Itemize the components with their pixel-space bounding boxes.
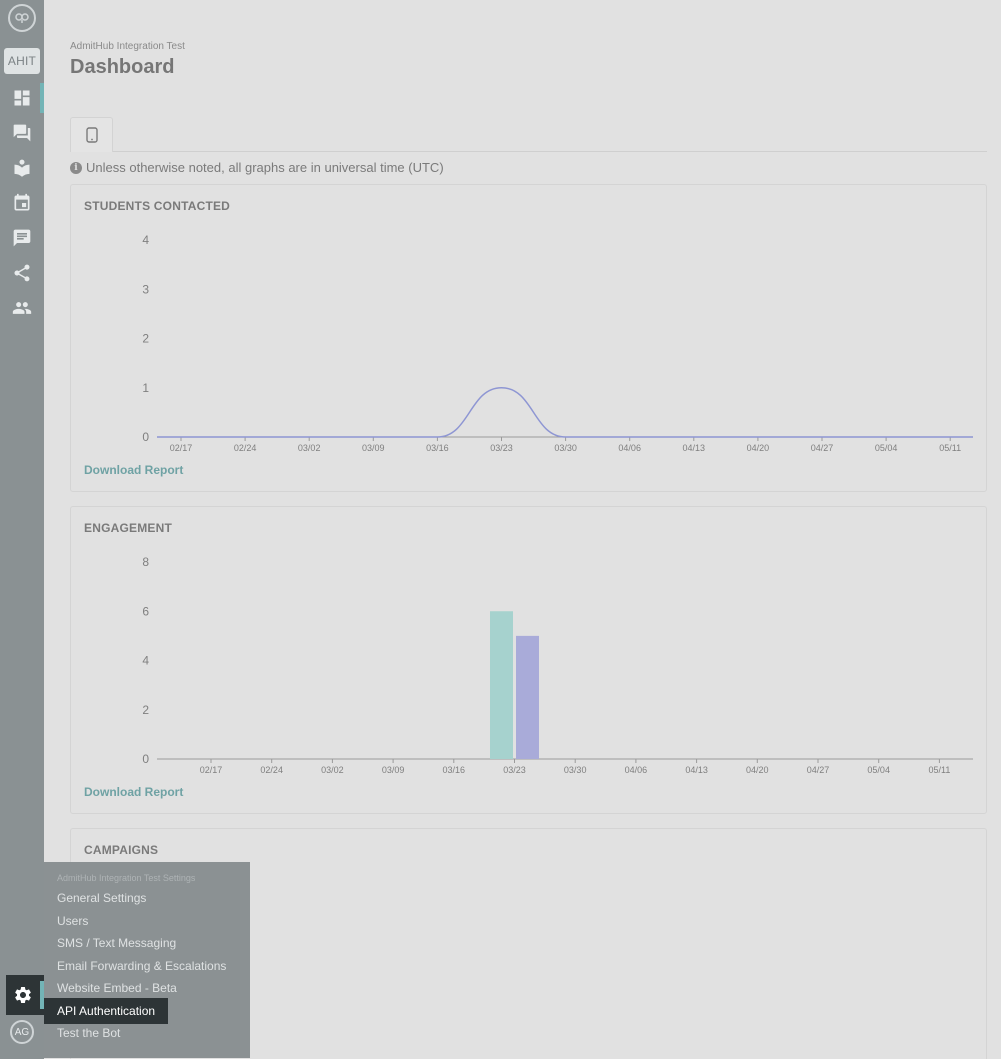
x-tick-label: 05/11 bbox=[928, 765, 950, 775]
x-tick-label: 04/13 bbox=[683, 443, 706, 453]
y-tick-label: 4 bbox=[142, 233, 149, 247]
settings-menu-header: AdmitHub Integration Test Settings bbox=[57, 873, 196, 883]
x-tick-label: 03/23 bbox=[503, 765, 526, 775]
x-tick-label: 04/20 bbox=[746, 765, 769, 775]
user-avatar[interactable]: AG bbox=[10, 1020, 34, 1044]
x-tick-label: 04/27 bbox=[811, 443, 834, 453]
x-tick-label: 03/02 bbox=[298, 443, 321, 453]
gear-icon bbox=[15, 987, 31, 1003]
x-tick-label: 04/13 bbox=[685, 765, 708, 775]
x-tick-label: 04/06 bbox=[625, 765, 648, 775]
y-tick-label: 3 bbox=[142, 282, 149, 296]
bar bbox=[490, 611, 513, 759]
conversations-icon[interactable] bbox=[11, 122, 33, 144]
x-tick-label: 04/06 bbox=[618, 443, 641, 453]
y-tick-label: 0 bbox=[142, 430, 149, 444]
line-series bbox=[157, 386, 973, 438]
x-tick-label: 05/11 bbox=[939, 443, 961, 453]
owl-logo-icon[interactable] bbox=[8, 4, 36, 32]
x-tick-label: 05/04 bbox=[867, 765, 890, 775]
settings-button[interactable] bbox=[6, 975, 44, 1015]
students-contacted-panel: STUDENTS CONTACTED 0 1 2 3 4 02/17 02/24 03/02 0… bbox=[70, 184, 987, 492]
org-badge[interactable]: AHIT bbox=[4, 48, 40, 74]
info-icon: i bbox=[70, 161, 82, 174]
y-tick-label: 6 bbox=[142, 604, 149, 618]
active-indicator bbox=[40, 83, 44, 113]
settings-menu: AdmitHub Integration Test Settings Gener… bbox=[44, 862, 250, 1058]
tab-sms[interactable] bbox=[70, 117, 113, 152]
page-title: Dashboard bbox=[70, 56, 175, 78]
x-tick-label: 02/17 bbox=[200, 765, 223, 775]
y-tick-label: 2 bbox=[142, 703, 149, 717]
people-icon[interactable] bbox=[11, 297, 33, 319]
knowledge-base-icon[interactable] bbox=[11, 157, 33, 179]
sidebar: AHIT AG bbox=[0, 0, 44, 1059]
tabs-divider bbox=[70, 151, 987, 152]
students-contacted-chart: 0 1 2 3 4 02/17 02/24 03/02 03/09 03/16 03/23 03/30… bbox=[142, 233, 973, 453]
utc-note-text: Unless otherwise noted, all graphs are i… bbox=[86, 160, 444, 175]
x-tick-label: 05/04 bbox=[875, 443, 898, 453]
x-tick-label: 02/24 bbox=[234, 443, 257, 453]
engagement-download-link[interactable]: Download Report bbox=[84, 785, 183, 799]
bar bbox=[516, 635, 539, 759]
y-tick-label: 4 bbox=[142, 654, 149, 668]
org-name: AdmitHub Integration Test bbox=[70, 41, 185, 52]
engagement-panel: ENGAGEMENT 0 2 4 6 8 02/17 02/24 03/02 03/09 03/1… bbox=[70, 506, 987, 814]
x-tick-label: 03/02 bbox=[321, 765, 344, 775]
x-tick-label: 03/09 bbox=[382, 765, 405, 775]
dashboard-icon[interactable] bbox=[11, 87, 33, 109]
x-tick-label: 04/20 bbox=[747, 443, 770, 453]
y-tick-label: 8 bbox=[142, 555, 149, 569]
y-tick-label: 2 bbox=[142, 332, 149, 346]
messages-icon[interactable] bbox=[11, 227, 33, 249]
engagement-chart: 0 2 4 6 8 02/17 02/24 03/02 03/09 03/16 03/23 03/30… bbox=[142, 555, 973, 775]
campaigns-title: CAMPAIGNS bbox=[84, 843, 159, 857]
x-tick-label: 03/30 bbox=[564, 765, 587, 775]
utc-note: i Unless otherwise noted, all graphs are… bbox=[70, 160, 444, 175]
menu-item-test-the-bot[interactable]: Test the Bot bbox=[44, 1020, 133, 1046]
x-tick-label: 03/16 bbox=[426, 443, 449, 453]
x-tick-label: 03/30 bbox=[554, 443, 577, 453]
students-contacted-download-link[interactable]: Download Report bbox=[84, 463, 183, 477]
share-icon[interactable] bbox=[11, 262, 33, 284]
x-tick-label: 03/09 bbox=[362, 443, 385, 453]
x-tick-label: 02/17 bbox=[170, 443, 193, 453]
y-tick-label: 1 bbox=[142, 381, 149, 395]
mobile-phone-icon bbox=[85, 127, 98, 143]
x-tick-label: 03/23 bbox=[490, 443, 513, 453]
y-tick-label: 0 bbox=[142, 752, 149, 766]
x-tick-label: 04/27 bbox=[807, 765, 830, 775]
x-tick-label: 03/16 bbox=[443, 765, 466, 775]
calendar-icon[interactable] bbox=[11, 192, 33, 214]
x-tick-label: 02/24 bbox=[260, 765, 283, 775]
